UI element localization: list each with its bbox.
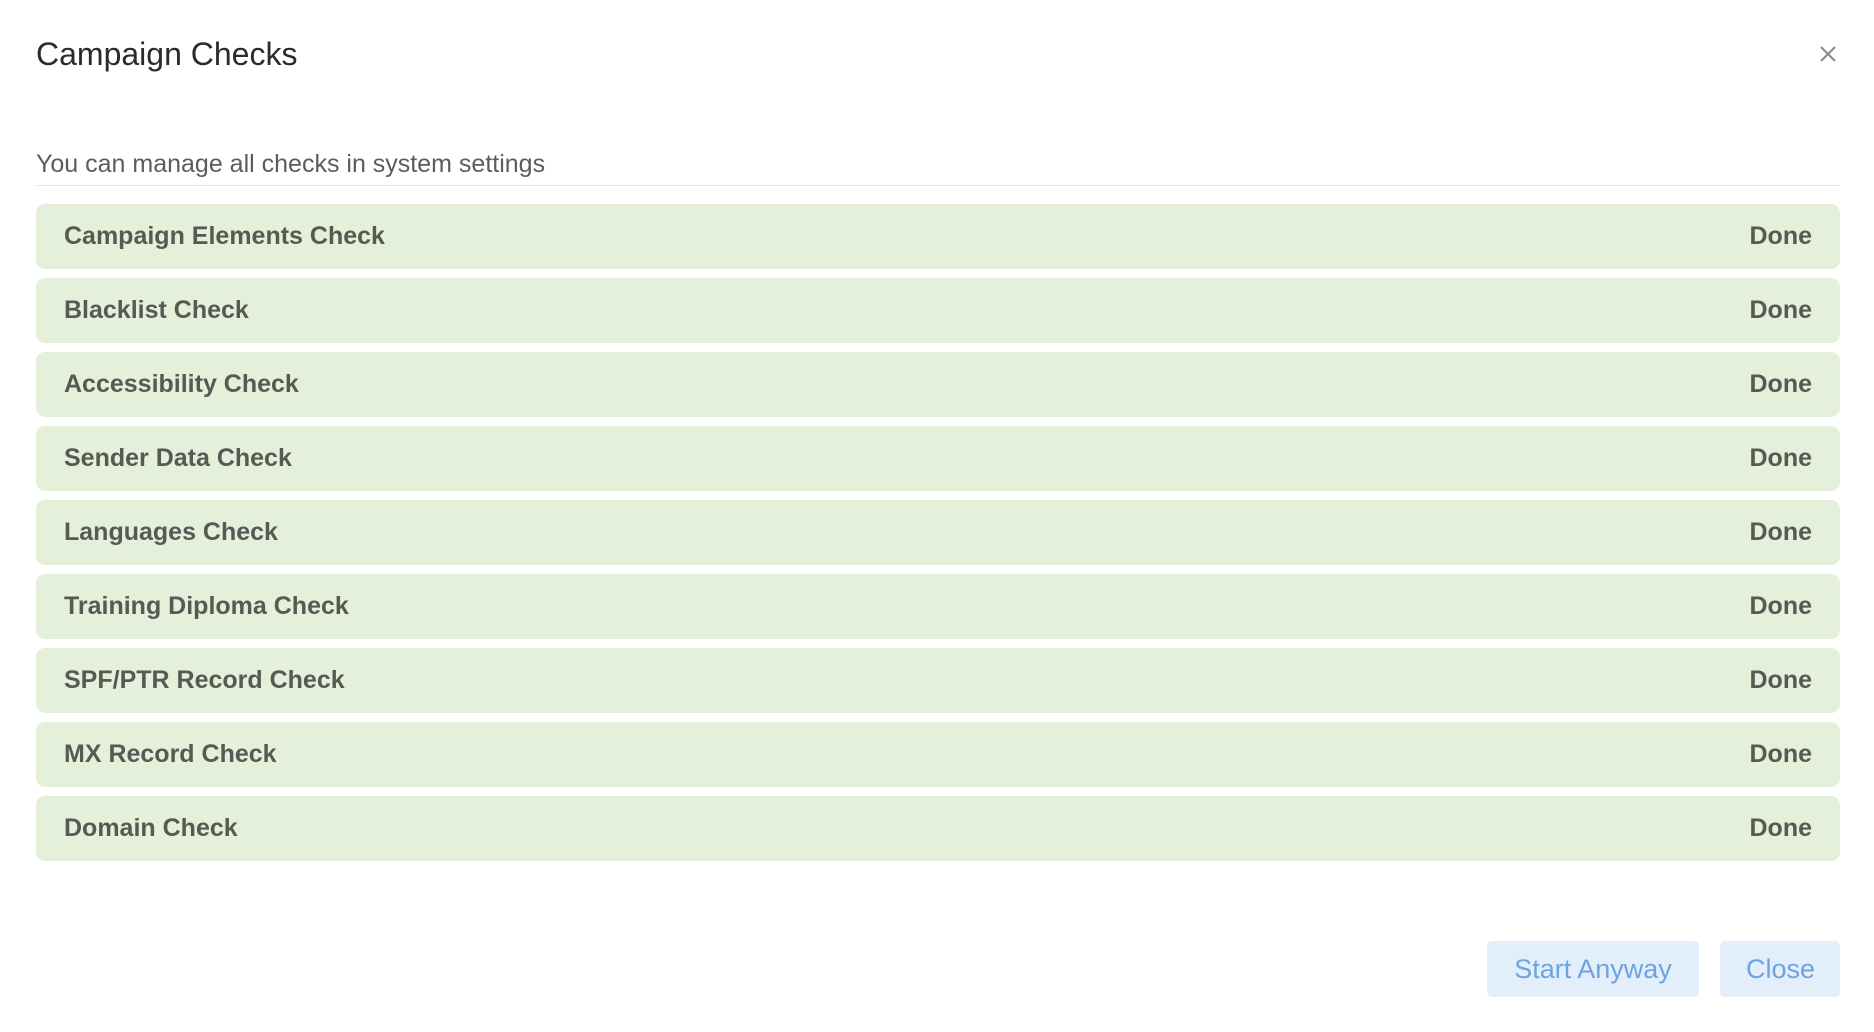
check-row-blacklist: Blacklist Check Done: [36, 278, 1840, 343]
close-icon-glyph: [1820, 46, 1836, 62]
check-status: Done: [1749, 740, 1813, 768]
check-name: Domain Check: [64, 814, 238, 842]
check-row-accessibility: Accessibility Check Done: [36, 352, 1840, 417]
checks-list: Campaign Elements Check Done Blacklist C…: [36, 204, 1840, 870]
divider: [36, 185, 1840, 186]
dialog-title: Campaign Checks: [36, 36, 298, 72]
close-button[interactable]: Close: [1720, 941, 1840, 997]
check-row-languages: Languages Check Done: [36, 500, 1840, 565]
check-name: Campaign Elements Check: [64, 222, 385, 250]
check-row-spf-ptr-record: SPF/PTR Record Check Done: [36, 648, 1840, 713]
campaign-checks-dialog: Campaign Checks You can manage all check…: [0, 0, 1874, 1032]
check-status: Done: [1749, 370, 1813, 398]
check-row-campaign-elements: Campaign Elements Check Done: [36, 204, 1840, 269]
dialog-footer: Start Anyway Close: [1487, 941, 1840, 997]
check-status: Done: [1749, 518, 1813, 546]
check-row-sender-data: Sender Data Check Done: [36, 426, 1840, 491]
close-icon[interactable]: [1814, 40, 1842, 68]
check-name: Accessibility Check: [64, 370, 299, 398]
check-name: MX Record Check: [64, 740, 277, 768]
check-row-domain: Domain Check Done: [36, 796, 1840, 861]
check-name: Languages Check: [64, 518, 278, 546]
check-row-mx-record: MX Record Check Done: [36, 722, 1840, 787]
check-status: Done: [1749, 666, 1813, 694]
start-anyway-button[interactable]: Start Anyway: [1487, 941, 1699, 997]
check-status: Done: [1749, 592, 1813, 620]
check-name: Blacklist Check: [64, 296, 249, 324]
check-status: Done: [1749, 444, 1813, 472]
check-name: Training Diploma Check: [64, 592, 349, 620]
check-name: SPF/PTR Record Check: [64, 666, 345, 694]
settings-hint: You can manage all checks in system sett…: [36, 150, 546, 178]
check-row-training-diploma: Training Diploma Check Done: [36, 574, 1840, 639]
check-name: Sender Data Check: [64, 444, 292, 472]
check-status: Done: [1749, 222, 1813, 250]
check-status: Done: [1749, 296, 1813, 324]
check-status: Done: [1749, 814, 1813, 842]
